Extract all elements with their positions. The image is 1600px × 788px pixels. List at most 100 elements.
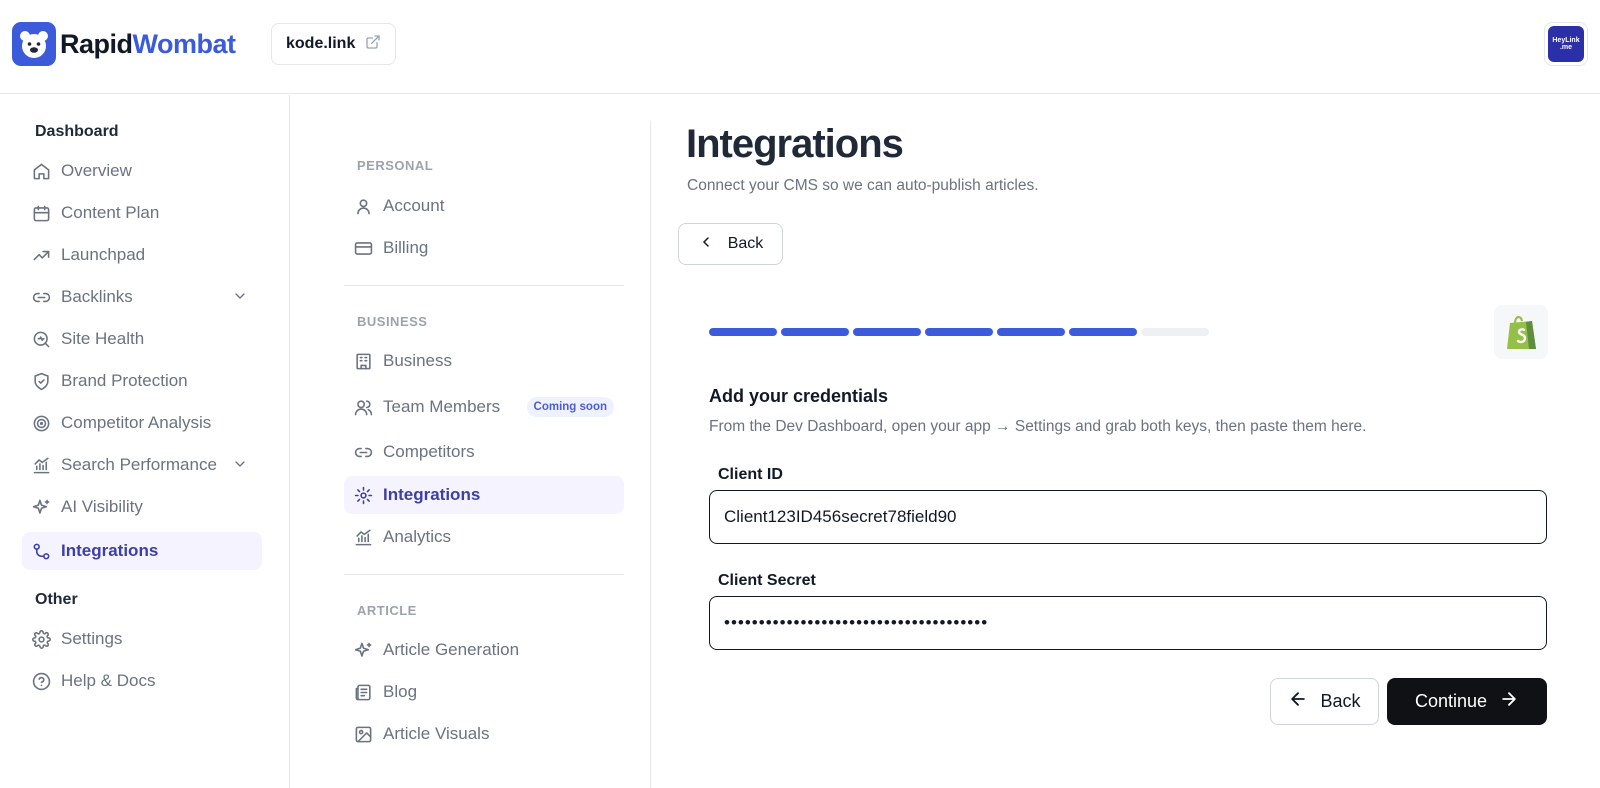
- progress-segment: [1069, 328, 1137, 336]
- sidebar-section-dashboard: Dashboard: [35, 123, 119, 140]
- client-secret-label: Client Secret: [718, 572, 816, 589]
- arrow-right-icon: [1499, 689, 1519, 714]
- subnav-item-label: Integrations: [383, 485, 481, 504]
- wombat-logo-icon: [12, 22, 56, 66]
- coming-soon-badge: Coming soon: [526, 397, 614, 417]
- subnav-item-label: Competitors: [383, 442, 475, 461]
- sidebar-item-site-health[interactable]: Site Health: [22, 320, 262, 358]
- sidebar-item-integrations[interactable]: Integrations: [22, 532, 262, 570]
- subnav-group-business: BUSINESS: [357, 314, 428, 329]
- step-progress: [709, 328, 1209, 336]
- site-name: kode.link: [286, 35, 356, 52]
- client-id-input[interactable]: [709, 490, 1547, 544]
- subnav-item-billing[interactable]: Billing: [344, 229, 624, 267]
- sidebar-item-brand-protection[interactable]: Brand Protection: [22, 362, 262, 400]
- subnav-item-label: Business: [383, 351, 452, 370]
- sidebar-item-label: Backlinks: [61, 287, 133, 306]
- users-icon: [353, 397, 373, 417]
- sidebar-item-label: Settings: [61, 629, 123, 648]
- avatar-logo: HeyLink .me: [1548, 26, 1584, 62]
- subnav-item-team-members[interactable]: Team Members Coming soon: [344, 388, 624, 426]
- back-button[interactable]: Back: [1270, 678, 1379, 725]
- sidebar-section-other: Other: [35, 591, 78, 608]
- subnav-item-article-visuals[interactable]: Article Visuals: [344, 715, 624, 753]
- subnav-separator: [344, 285, 624, 286]
- subnav-separator: [344, 574, 624, 575]
- sidebar-item-settings[interactable]: Settings: [22, 620, 262, 658]
- sidebar-item-label: Content Plan: [61, 203, 160, 222]
- home-icon: [31, 161, 51, 181]
- progress-segment: [925, 328, 993, 336]
- sidebar-item-label: Site Health: [61, 329, 145, 348]
- subnav-item-label: Article Visuals: [383, 724, 490, 743]
- bar-chart-icon: [353, 527, 373, 547]
- chevron-down-icon[interactable]: [232, 288, 248, 309]
- link-icon: [353, 442, 373, 462]
- sidebar-item-label: AI Visibility: [61, 497, 143, 516]
- subnav-item-business[interactable]: Business: [344, 342, 624, 380]
- site-selector[interactable]: kode.link: [271, 23, 397, 65]
- client-secret-input[interactable]: [709, 596, 1547, 650]
- credentials-title: Add your credentials: [709, 386, 889, 406]
- client-id-label: Client ID: [718, 466, 783, 483]
- subnav-item-label: Team Members: [383, 397, 501, 416]
- sidebar-item-help-docs[interactable]: Help & Docs: [22, 662, 262, 700]
- chevron-left-icon: [698, 234, 714, 255]
- subnav-item-competitors[interactable]: Competitors: [344, 433, 624, 471]
- subnav-item-account[interactable]: Account: [344, 187, 624, 225]
- subnav-item-analytics[interactable]: Analytics: [344, 518, 624, 556]
- sidebar-item-content-plan[interactable]: Content Plan: [22, 194, 262, 232]
- subnav-item-blog[interactable]: Blog: [344, 673, 624, 711]
- subnav-divider: [650, 121, 651, 788]
- brand-logo[interactable]: RapidWombat: [12, 22, 236, 66]
- sidebar-item-label: Competitor Analysis: [61, 413, 212, 432]
- subnav-item-label: Billing: [383, 238, 429, 257]
- progress-segment: [1141, 328, 1209, 336]
- image-icon: [353, 724, 373, 744]
- back-button-label: Back: [727, 235, 764, 252]
- sidebar-item-search-performance[interactable]: Search Performance: [22, 446, 262, 484]
- subnav-group-personal: PERSONAL: [357, 158, 434, 173]
- progress-segment: [781, 328, 849, 336]
- sidebar-item-overview[interactable]: Overview: [22, 152, 262, 190]
- subnav-item-label: Blog: [383, 682, 418, 701]
- git-merge-icon: [31, 541, 51, 561]
- subnav-item-label: Article Generation: [383, 640, 520, 659]
- continue-button[interactable]: Continue: [1387, 678, 1547, 725]
- sidebar-item-backlinks[interactable]: Backlinks: [22, 278, 262, 316]
- newspaper-icon: [353, 682, 373, 702]
- gear-icon: [31, 629, 51, 649]
- back-button-top[interactable]: Back: [678, 223, 783, 265]
- building-icon: [353, 351, 373, 371]
- external-link-icon[interactable]: [365, 34, 381, 55]
- page-subtitle: Connect your CMS so we can auto-publish …: [687, 177, 1039, 194]
- subnav-group-article: ARTICLE: [357, 603, 417, 618]
- bar-chart-icon: [31, 455, 51, 475]
- chevron-down-icon[interactable]: [232, 456, 248, 477]
- sidebar-item-launchpad[interactable]: Launchpad: [22, 236, 262, 274]
- back-button-label: Back: [1320, 691, 1361, 711]
- gear-icon: [353, 485, 373, 505]
- brand-name-part2: Wombat: [132, 28, 237, 59]
- subnav-item-article-generation[interactable]: Article Generation: [344, 631, 624, 669]
- sidebar-item-label: Help & Docs: [61, 671, 156, 690]
- sidebar-item-label: Launchpad: [61, 245, 146, 264]
- page-title: Integrations: [686, 122, 904, 166]
- progress-segment: [853, 328, 921, 336]
- help-circle-icon: [31, 671, 51, 691]
- sparkles-icon: [353, 640, 373, 660]
- avatar[interactable]: HeyLink .me: [1544, 22, 1588, 66]
- sparkles-icon: [31, 497, 51, 517]
- subnav-item-integrations[interactable]: Integrations: [344, 476, 624, 514]
- sidebar-item-competitor-analysis[interactable]: Competitor Analysis: [22, 404, 262, 442]
- progress-segment: [997, 328, 1065, 336]
- brand-name: RapidWombat: [60, 29, 236, 60]
- subnav-item-label: Analytics: [383, 527, 452, 546]
- sidebar-item-label: Overview: [61, 161, 132, 180]
- calendar-icon: [31, 203, 51, 223]
- shopify-bag-icon: [1494, 305, 1548, 359]
- credentials-subtitle: From the Dev Dashboard, open your app → …: [709, 418, 1367, 435]
- sidebar-item-ai-visibility[interactable]: AI Visibility: [22, 488, 262, 526]
- target-icon: [31, 413, 51, 433]
- arrow-left-icon: [1288, 689, 1308, 714]
